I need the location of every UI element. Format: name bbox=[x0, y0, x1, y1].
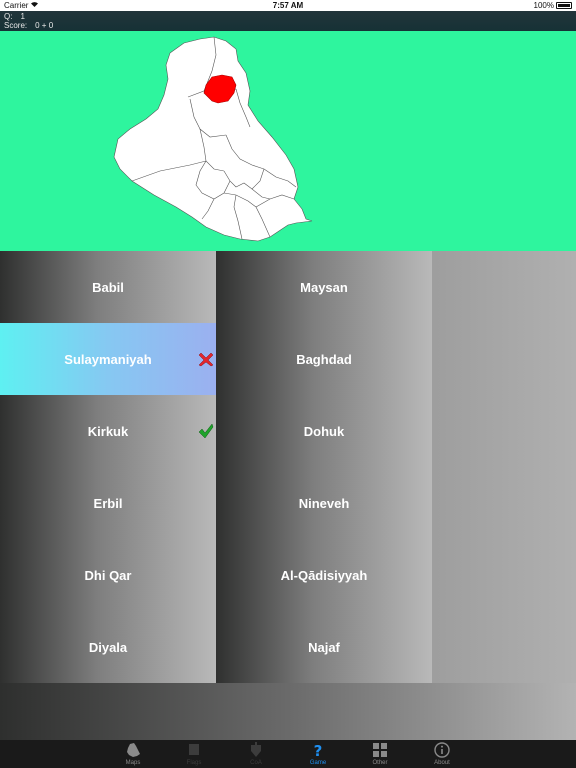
choice-button-selected-wrong[interactable]: Sulaymaniyah bbox=[0, 323, 216, 395]
choice-button[interactable]: Babil bbox=[0, 251, 216, 323]
choices-right-column: Maysan Baghdad Dohuk Nineveh Al-Qādisiyy… bbox=[216, 251, 432, 683]
choice-label: Dhi Qar bbox=[84, 567, 132, 583]
choice-button[interactable]: Diyala bbox=[0, 611, 216, 683]
choices-left-column: Babil Sulaymaniyah Kirkuk Erbil Dhi Qar … bbox=[0, 251, 216, 683]
choice-button[interactable]: Maysan bbox=[216, 251, 432, 323]
choice-button[interactable]: Dohuk bbox=[216, 395, 432, 467]
clock: 7:57 AM bbox=[272, 1, 304, 10]
iraq-province-map bbox=[113, 36, 313, 242]
choice-label: Erbil bbox=[93, 495, 123, 511]
svg-text:?: ? bbox=[314, 742, 323, 758]
choice-label: Babil bbox=[92, 279, 124, 295]
coat-of-arms-icon bbox=[251, 742, 261, 757]
tab-other[interactable]: Other bbox=[350, 740, 410, 768]
choice-label: Kirkuk bbox=[87, 423, 129, 439]
question-line: Q: 1 bbox=[4, 12, 25, 21]
tab-label: Flags bbox=[186, 760, 202, 766]
choice-label: Najaf bbox=[308, 639, 340, 655]
info-icon bbox=[434, 742, 450, 758]
tab-bar: Maps Flags CoA ? Game Other About bbox=[0, 740, 576, 768]
choice-button-correct[interactable]: Kirkuk bbox=[0, 395, 216, 467]
score-value: 0 + 0 bbox=[35, 21, 54, 30]
tab-label: Game bbox=[309, 760, 327, 766]
answer-choices: Babil Sulaymaniyah Kirkuk Erbil Dhi Qar … bbox=[0, 251, 576, 683]
choice-button[interactable]: Dhi Qar bbox=[0, 539, 216, 611]
choice-label: Al-Qādisiyyah bbox=[280, 567, 368, 583]
grid-icon bbox=[373, 743, 387, 757]
tab-flags[interactable]: Flags bbox=[164, 740, 224, 768]
question-number: 1 bbox=[20, 12, 25, 21]
tab-game[interactable]: ? Game bbox=[288, 740, 348, 768]
tab-label: Other bbox=[372, 760, 388, 766]
score-label: Score: bbox=[4, 21, 28, 30]
battery-icon bbox=[556, 2, 572, 9]
choice-label: Maysan bbox=[300, 279, 348, 295]
game-info-bar: Q: 1 Score: 0 + 0 bbox=[0, 11, 576, 31]
choice-button[interactable]: Baghdad bbox=[216, 323, 432, 395]
question-label: Q: bbox=[4, 12, 13, 21]
tab-label: Maps bbox=[125, 760, 141, 766]
choice-button[interactable]: Najaf bbox=[216, 611, 432, 683]
choice-button[interactable]: Nineveh bbox=[216, 467, 432, 539]
tab-label: CoA bbox=[250, 760, 262, 766]
choice-label: Baghdad bbox=[296, 351, 352, 367]
choice-label: Sulaymaniyah bbox=[64, 351, 152, 367]
tab-coa[interactable]: CoA bbox=[226, 740, 286, 768]
score-line: Score: 0 + 0 bbox=[4, 21, 53, 30]
tab-label: About bbox=[434, 760, 450, 766]
choice-label: Nineveh bbox=[298, 495, 350, 511]
background-panel bbox=[0, 683, 576, 740]
choice-button[interactable]: Al-Qādisiyyah bbox=[216, 539, 432, 611]
choice-label: Dohuk bbox=[303, 423, 345, 439]
battery-percentage: 100% bbox=[533, 1, 554, 10]
flag-icon bbox=[189, 744, 199, 755]
choice-label: Diyala bbox=[88, 639, 128, 655]
tab-maps[interactable]: Maps bbox=[103, 740, 163, 768]
choice-button[interactable]: Erbil bbox=[0, 467, 216, 539]
status-bar: Carrier 7:57 AM 100% bbox=[0, 0, 576, 11]
map-area bbox=[0, 31, 576, 251]
tab-about[interactable]: About bbox=[412, 740, 472, 768]
question-icon: ? bbox=[314, 742, 323, 758]
wrong-x-icon bbox=[198, 352, 214, 367]
map-icon bbox=[127, 743, 140, 757]
check-icon bbox=[198, 423, 214, 439]
